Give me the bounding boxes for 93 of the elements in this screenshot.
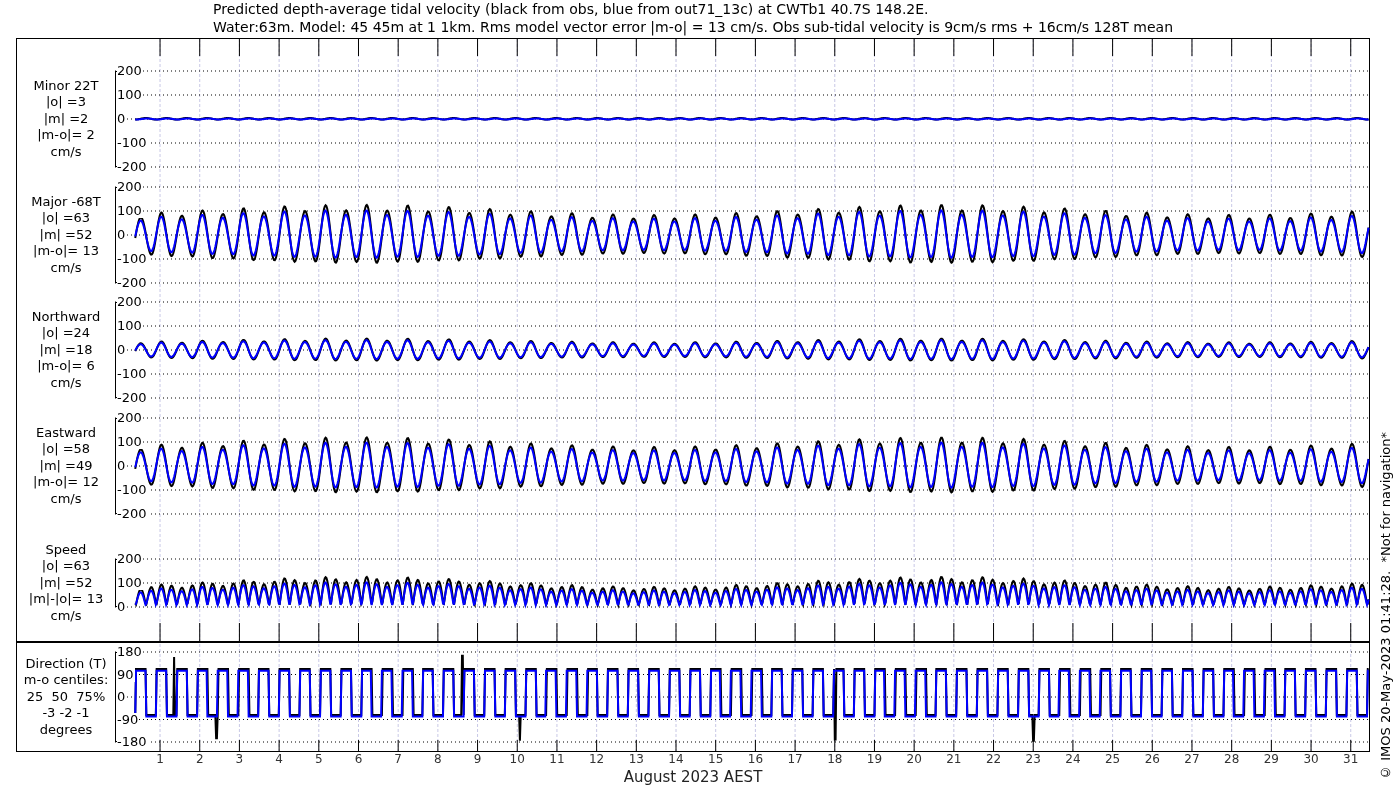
panel-label: Minor 22T [33, 77, 99, 95]
panel-label: cm/s [50, 259, 82, 277]
axis-tick-label: 0 [117, 459, 127, 473]
x-tick-label: 22 [985, 752, 1002, 766]
x-tick-label: 26 [1144, 752, 1160, 766]
panel-label: Direction (T) [25, 655, 107, 673]
x-tick-label: 17 [787, 752, 803, 766]
axis-tick-label: 90 [117, 667, 135, 682]
panel-label: Speed [45, 541, 87, 559]
x-tick-label: 27 [1184, 752, 1200, 766]
panel-label: -3 -2 -1 [42, 705, 90, 722]
chart-title: Water:63m. Model: 45 45m at 1 1km. Rms model vector error |m-o| = 13 cm/s. Obs sub-tidal velocity is 9cm/s rms + 16cm/s 128T mean [213, 18, 1174, 36]
x-tick-label: 9 [473, 752, 482, 766]
x-tick-label: 29 [1263, 752, 1279, 766]
panel-label: |m| =49 [39, 457, 93, 475]
x-tick-label: 28 [1224, 752, 1240, 766]
panel-label: |o| =63 [41, 558, 91, 575]
panel-label: Northward [31, 308, 101, 326]
panel-label: |m| =18 [39, 341, 93, 359]
axis-tick-label: -180 [117, 735, 148, 749]
axis-tick-label: 0 [117, 112, 127, 126]
axis-tick-label: 0 [117, 690, 127, 704]
axis-tick-label: -100 [117, 367, 148, 381]
panel-label: cm/s [50, 143, 82, 161]
x-tick-label: 23 [1025, 752, 1041, 766]
axis-tick-label: 0 [117, 228, 127, 242]
panel-label: |o| =58 [41, 441, 91, 458]
x-tick-label: 4 [275, 752, 283, 766]
credit-text: © IMOS 20-May-2023 01:41:28. *Not for navigation* [1377, 432, 1393, 780]
panel-label: |o| =3 [46, 94, 86, 111]
panel-label: |m|-|o|= 13 [28, 591, 104, 608]
x-tick-label: 2 [195, 752, 204, 766]
x-tick-label: 24 [1065, 752, 1081, 766]
chart-title: Predicted depth-average tidal velocity (black from obs, blue from out71_13c) at CWTb1 40.7S 148.2E. [213, 0, 930, 18]
panel-label: |m| =2 [43, 110, 89, 128]
x-tick-label: 19 [866, 752, 883, 766]
axis-tick-label: 200 [117, 295, 143, 309]
x-tick-label: 3 [235, 752, 244, 766]
axis-tick-label: 100 [117, 435, 143, 449]
x-tick-label: 16 [747, 752, 764, 766]
x-tick-label: 14 [668, 752, 684, 766]
x-tick-label: 10 [509, 752, 525, 766]
axis-tick-label: -100 [117, 483, 148, 497]
axis-tick-label: -100 [117, 136, 148, 150]
axis-tick-label: 100 [117, 204, 143, 218]
panel-label: cm/s [50, 607, 82, 625]
x-tick-label: 6 [354, 752, 363, 766]
x-tick-label: 5 [315, 752, 323, 766]
x-tick-label: 12 [589, 752, 605, 766]
x-tick-label: 15 [708, 752, 724, 766]
x-tick-label: 13 [628, 752, 644, 766]
panel-label: Major -68T [31, 193, 101, 211]
axis-tick-label: -200 [117, 507, 148, 521]
axis-tick-label: 0 [117, 343, 127, 357]
panel-label: |o| =24 [41, 325, 91, 342]
axis-tick-label: 200 [117, 411, 143, 425]
panel-label: |o| =63 [41, 210, 91, 227]
x-tick-label: 18 [827, 752, 843, 766]
axis-tick-label: -100 [117, 252, 148, 266]
panel-label: m-o centiles: [23, 672, 109, 689]
x-axis-label: August 2023 AEST [623, 768, 763, 786]
x-tick-label: 25 [1104, 752, 1121, 766]
axis-tick-label: 200 [117, 64, 143, 78]
x-tick-label: 7 [394, 752, 402, 766]
x-tick-label: 30 [1303, 752, 1319, 766]
axis-tick-label: 180 [117, 645, 143, 659]
x-tick-label: 20 [906, 752, 922, 766]
panel-label: cm/s [50, 374, 82, 392]
x-tick-label: 21 [946, 752, 962, 766]
axis-tick-label: 100 [117, 576, 143, 590]
axis-tick-label: 200 [117, 180, 143, 194]
axis-tick-label: 200 [117, 552, 143, 566]
axis-tick-label: -200 [117, 160, 148, 174]
axis-tick-label: 100 [117, 319, 143, 333]
panel-label: degrees [39, 721, 93, 739]
panel-label: |m-o|= 2 [37, 127, 95, 144]
panel-label: |m-o|= 13 [33, 243, 99, 260]
panel-label: cm/s [50, 490, 82, 508]
panel-label: |m-o|= 12 [33, 474, 99, 491]
axis-tick-label: -90 [117, 712, 140, 727]
axis-tick-label: -200 [117, 391, 148, 405]
x-tick-label: 11 [549, 752, 565, 766]
axis-tick-label: -200 [117, 276, 148, 290]
panel-label: |m-o|= 6 [37, 358, 95, 375]
x-tick-label: 8 [434, 752, 442, 766]
axis-tick-label: 100 [117, 88, 143, 102]
panel-label: |m| =52 [39, 226, 93, 244]
panel-label: |m| =52 [39, 574, 93, 592]
axis-tick-label: 0 [117, 600, 127, 614]
x-tick-label: 31 [1343, 752, 1359, 766]
x-tick-label: 1 [156, 752, 164, 766]
panel-label: Eastward [36, 424, 96, 442]
panel-label: 25 50 75% [26, 688, 106, 706]
